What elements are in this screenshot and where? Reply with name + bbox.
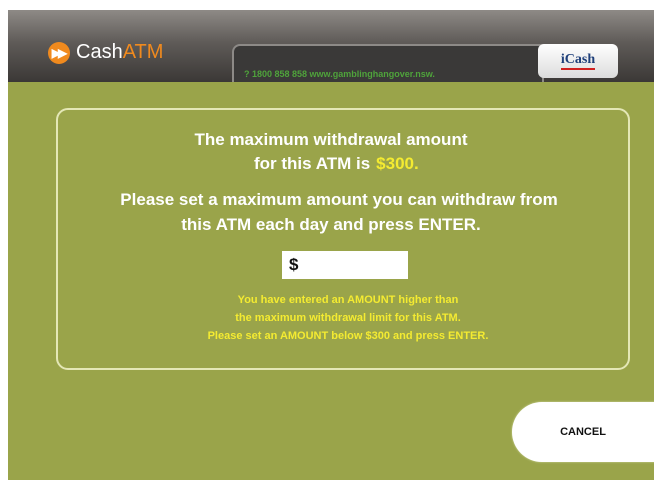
cancel-button[interactable]: CANCEL [512, 402, 654, 462]
error-line-3: Please set an AMOUNT below $300 and pres… [207, 330, 489, 342]
message-line-3: Please set a maximum amount you can with… [120, 190, 558, 209]
header-bar: ▶▶ Cash ATM ? 1800 858 858 www.gamblingha… [8, 10, 654, 82]
error-line-2: the maximum withdrawal limit for this AT… [235, 312, 461, 324]
cashatm-logo: ▶▶ Cash ATM [48, 41, 163, 64]
info-ticker: ? 1800 858 858 www.gamblinghangover.nsw. [232, 44, 544, 82]
cancel-button-label: CANCEL [560, 426, 606, 438]
message-line-2: for this ATM is $300. [254, 154, 419, 174]
message-line-4: this ATM each day and press ENTER. [181, 215, 481, 234]
brand-cash-text: Cash [76, 41, 123, 63]
icash-logo-text: iCash [560, 52, 596, 70]
max-amount: $300. [376, 154, 419, 173]
brand-atm-text: ATM [122, 41, 164, 63]
currency-symbol: $ [289, 255, 299, 274]
fast-forward-icon: ▶▶ [48, 41, 70, 64]
atm-screen: ▶▶ Cash ATM ? 1800 858 858 www.gamblingha… [8, 10, 654, 480]
message-line-2-text: for this ATM is [254, 154, 371, 173]
ticker-text: ? 1800 858 858 www.gamblinghangover.nsw. [244, 69, 435, 79]
error-line-1: You have entered an AMOUNT higher than [237, 294, 459, 306]
message-line-1: The maximum withdrawal amount [194, 130, 468, 149]
amount-input[interactable]: $ [282, 251, 408, 279]
icash-logo: iCash [538, 44, 618, 78]
